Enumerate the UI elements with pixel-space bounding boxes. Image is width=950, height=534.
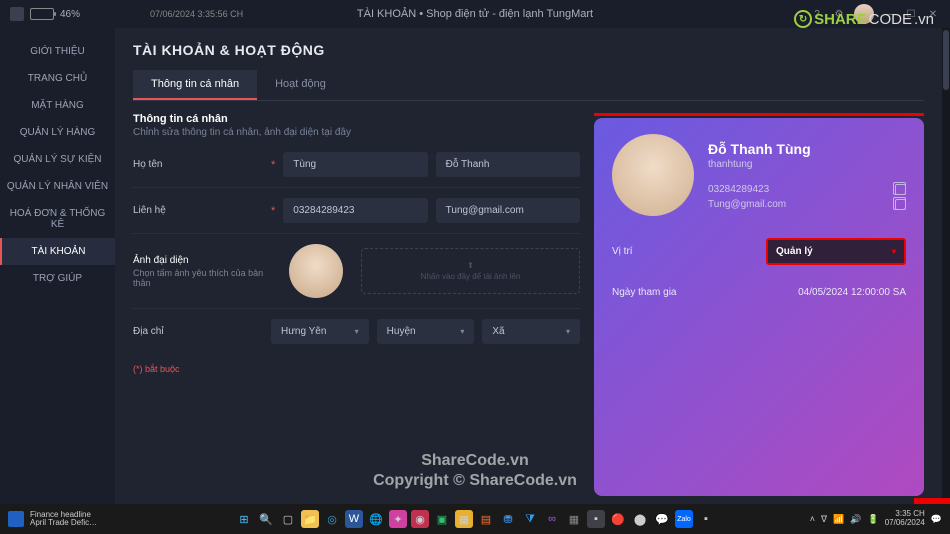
label-name: Họ tên xyxy=(133,159,263,170)
sidebar-item-account[interactable]: TÀI KHOẢN xyxy=(0,238,115,265)
profile-avatar xyxy=(612,134,694,216)
explorer-icon[interactable]: 📁 xyxy=(301,510,319,528)
tray-language-icon[interactable]: ∇ xyxy=(821,514,827,525)
news-sub: April Trade Defic… xyxy=(30,519,97,527)
start-icon[interactable]: ⊞ xyxy=(235,510,253,528)
tray-wifi-icon[interactable]: 📶 xyxy=(833,514,844,525)
sidebar-item-staff[interactable]: QUẢN LÝ NHÂN VIÊN xyxy=(0,173,115,200)
section-title: Thông tin cá nhân xyxy=(133,113,580,125)
tray-volume-icon[interactable]: 🔊 xyxy=(850,514,861,525)
app-icon[interactable]: ▣ xyxy=(433,510,451,528)
app-icon[interactable]: ◉ xyxy=(411,510,429,528)
tray-chevron-icon[interactable]: ˄ xyxy=(810,514,815,524)
required-marker: * xyxy=(271,159,275,171)
taskbar-clock[interactable]: 3:35 CH 07/06/2024 xyxy=(885,510,925,528)
sidebar-item-help[interactable]: TRỢ GIÚP xyxy=(0,265,115,292)
app-icon[interactable]: ✦ xyxy=(389,510,407,528)
titlebar-timestamp: 07/06/2024 3:35:56 CH xyxy=(150,9,243,19)
district-select[interactable]: Huyện▾ xyxy=(377,319,475,344)
chevron-down-icon: ▾ xyxy=(892,247,896,256)
section-subtitle: Chỉnh sửa thông tin cá nhân, ảnh đại diệ… xyxy=(133,127,580,138)
app-icon[interactable]: ▦ xyxy=(565,510,583,528)
email-input[interactable]: Tung@gmail.com xyxy=(436,198,580,223)
edge-icon[interactable]: ◎ xyxy=(323,510,341,528)
sidebar-item-inventory[interactable]: QUẢN LÝ HÀNG xyxy=(0,119,115,146)
ward-select[interactable]: Xã▾ xyxy=(482,319,580,344)
province-select[interactable]: Hưng Yên▾ xyxy=(271,319,369,344)
profile-card: Đỗ Thanh Tùng thanhtung 03284289423 Tung… xyxy=(594,118,924,496)
personal-info-form: Thông tin cá nhân Chỉnh sửa thông tin cá… xyxy=(133,113,580,496)
copy-icon[interactable] xyxy=(895,184,906,195)
app-logo-icon xyxy=(10,7,24,21)
copy-icon[interactable] xyxy=(895,199,906,210)
chat-icon[interactable]: 💬 xyxy=(653,510,671,528)
tabs: Thông tin cá nhân Hoạt động xyxy=(133,70,924,101)
label-contact: Liên hệ xyxy=(133,205,263,216)
watermark-logo: ↻ SHARECODE.vn xyxy=(794,10,934,28)
tab-personal[interactable]: Thông tin cá nhân xyxy=(133,70,257,100)
profile-email: Tung@gmail.com xyxy=(708,199,786,210)
label-position: Vị trí xyxy=(612,246,633,257)
news-icon[interactable] xyxy=(8,511,24,527)
app-icon[interactable]: ▦ xyxy=(455,510,473,528)
first-name-input[interactable]: Tùng xyxy=(283,152,427,177)
chevron-down-icon: ▾ xyxy=(460,327,464,336)
chevron-down-icon: ▾ xyxy=(355,327,359,336)
notification-icon[interactable]: 💬 xyxy=(931,514,942,525)
last-name-input[interactable]: Đỗ Thanh xyxy=(436,152,580,177)
label-joined: Ngày tham gia xyxy=(612,287,676,298)
vs-icon[interactable]: ∞ xyxy=(543,510,561,528)
required-note: (*) bắt buộc xyxy=(133,364,580,374)
scrollbar[interactable] xyxy=(942,28,950,504)
app-icon[interactable]: ⛃ xyxy=(499,510,517,528)
phone-input[interactable]: 03284289423 xyxy=(283,198,427,223)
app-icon[interactable]: ▪ xyxy=(587,510,605,528)
battery-percent: 46% xyxy=(60,9,80,20)
app-icon[interactable]: ▤ xyxy=(477,510,495,528)
upload-icon: ⬆ xyxy=(467,261,474,270)
sidebar-item-intro[interactable]: GIỚI THIỆU xyxy=(0,38,115,65)
app-icon[interactable]: ▪ xyxy=(697,510,715,528)
profile-name: Đỗ Thanh Tùng xyxy=(708,141,906,157)
vscode-icon[interactable]: ⧩ xyxy=(521,510,539,528)
taskview-icon[interactable]: ▢ xyxy=(279,510,297,528)
sidebar-item-home[interactable]: TRANG CHỦ xyxy=(0,65,115,92)
profile-phone: 03284289423 xyxy=(708,184,769,195)
search-icon[interactable]: 🔍 xyxy=(257,510,275,528)
avatar-preview xyxy=(289,244,343,298)
window-title: TÀI KHOẢN • Shop điện tử - điện lạnh Tun… xyxy=(357,8,593,20)
page-title: TÀI KHOẢN & HOẠT ĐỘNG xyxy=(133,42,924,58)
tab-activity[interactable]: Hoạt động xyxy=(257,70,344,100)
github-icon[interactable]: ⬤ xyxy=(631,510,649,528)
avatar-hint: Chọn tấm ảnh yêu thích của bản thân xyxy=(133,268,271,288)
zalo-icon[interactable]: Zalo xyxy=(675,510,693,528)
label-address: Địa chỉ xyxy=(133,326,263,337)
chevron-down-icon: ▾ xyxy=(566,327,570,336)
taskbar[interactable]: Finance headline April Trade Defic… ⊞ 🔍 … xyxy=(0,504,950,534)
upload-dropzone[interactable]: ⬆ Nhấn vào đây để tải ảnh lên xyxy=(361,248,580,294)
battery-icon xyxy=(30,8,54,20)
tray-battery-icon[interactable]: 🔋 xyxy=(868,514,879,525)
sidebar: GIỚI THIỆU TRANG CHỦ MẶT HÀNG QUẢN LÝ HÀ… xyxy=(0,28,115,504)
required-marker: * xyxy=(271,205,275,217)
sidebar-item-products[interactable]: MẶT HÀNG xyxy=(0,92,115,119)
highlight-bar xyxy=(594,113,924,116)
browser-icon[interactable]: 🌐 xyxy=(367,510,385,528)
joined-date: 04/05/2024 12:00:00 SA xyxy=(798,287,906,298)
label-avatar: Ảnh đại diện xyxy=(133,255,271,266)
chrome-icon[interactable]: 🔴 xyxy=(609,510,627,528)
sidebar-item-invoices[interactable]: HOÁ ĐƠN & THỐNG KÊ xyxy=(0,200,115,238)
profile-username: thanhtung xyxy=(708,159,906,170)
sidebar-item-events[interactable]: QUẢN LÝ SỰ KIỆN xyxy=(0,146,115,173)
word-icon[interactable]: W xyxy=(345,510,363,528)
role-select[interactable]: Quản lý▾ xyxy=(766,238,906,265)
